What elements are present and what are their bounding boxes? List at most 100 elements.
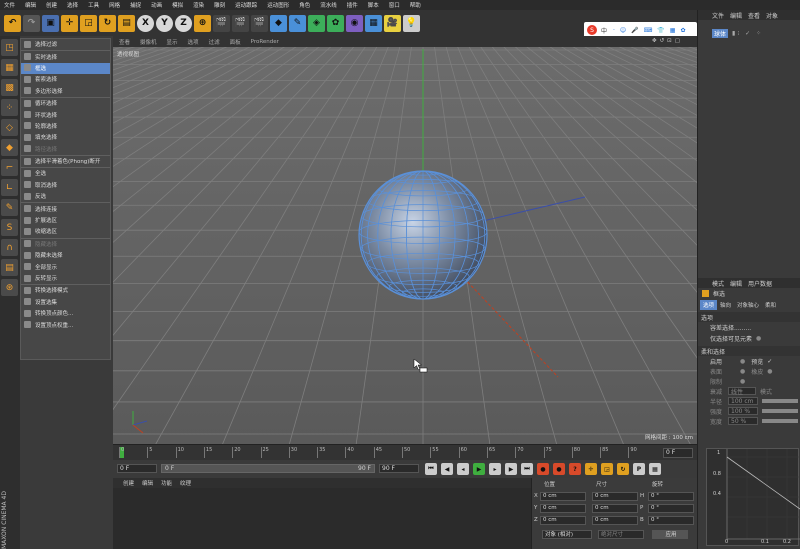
attr-menu-userdata[interactable]: 用户数据 [748,279,772,288]
material-menu-edit[interactable]: 编辑 [142,479,153,487]
menu-item[interactable]: 工具 [88,1,99,9]
points-mode-icon[interactable]: ⁘ [1,99,18,116]
radius-field[interactable]: 100 cm [728,397,758,405]
menu-item[interactable]: 捕捉 [130,1,141,9]
rubber-checkbox[interactable]: ● [767,368,772,375]
select-menu-item[interactable]: 路径选择 [21,144,110,155]
select-menu-item[interactable]: 填充选择 [21,132,110,143]
select-menu-item[interactable]: 转换顶点颜色... [21,308,110,319]
viewport-menu-view[interactable]: 查看 [119,38,130,46]
strength-field[interactable]: 100 % [728,407,758,415]
select-menu-item[interactable]: 多边形选择 [21,86,110,97]
select-menu-item[interactable]: 扩展选区 [21,215,110,226]
viewport-menu-filter[interactable]: 过滤 [209,38,220,46]
strength-slider[interactable] [762,409,798,413]
enable-checkbox[interactable]: ● [740,358,745,365]
viewport-menu-prorender[interactable]: ProRender [251,39,279,45]
rot-b-field[interactable]: 0 ° [648,515,694,525]
texture-mode-icon[interactable]: ▩ [1,79,18,96]
radius-slider[interactable] [762,399,798,403]
select-menu-item[interactable]: 设置选集 [21,297,110,308]
z-axis-button[interactable]: Z [175,14,192,32]
redo-icon[interactable]: ↷ [23,14,40,32]
menu-item[interactable]: 插件 [347,1,358,9]
edges-mode-icon[interactable]: ◇ [1,119,18,136]
menu-item[interactable]: 雕刻 [214,1,225,9]
key-position-icon[interactable]: ✛ [585,463,597,475]
select-menu-item[interactable]: 全部显示 [21,261,110,272]
surface-checkbox[interactable]: ● [740,368,745,375]
key-rotation-icon[interactable]: ↻ [617,463,629,475]
restrict-checkbox[interactable]: ● [740,378,745,385]
select-menu-item[interactable]: 设置顶点权重... [21,319,110,330]
size-z-field[interactable]: 0 cm [592,515,638,525]
select-menu-item[interactable]: 反选 [21,191,110,202]
key-scale-icon[interactable]: ◲ [601,463,613,475]
select-menu-item[interactable]: 全选 [21,168,110,179]
enable-axis-icon[interactable]: ∟ [1,179,18,196]
magnet-icon[interactable]: ∩ [1,239,18,256]
model-mode-icon[interactable]: ▦ [1,59,18,76]
polygons-mode-icon[interactable]: ◆ [1,139,18,156]
tab-soft[interactable]: 柔和 [762,300,779,310]
subdivision-icon[interactable]: ◈ [308,14,325,32]
next-key-icon[interactable]: ▶ [505,463,517,475]
select-tool-icon[interactable]: ▣ [42,14,59,32]
floor-icon[interactable]: ▦ [365,14,382,32]
end-frame-field[interactable]: 90 F [379,464,419,473]
prev-frame-icon[interactable]: ◂ [457,463,469,475]
object-menu-view[interactable]: 查看 [748,11,760,20]
select-menu-item[interactable]: 环状选择 [21,109,110,120]
pos-x-field[interactable]: 0 cm [540,491,586,501]
size-x-field[interactable]: 0 cm [592,491,638,501]
workplane-icon[interactable]: ▤ [1,259,18,276]
tab-axis[interactable]: 轴向 [717,300,734,310]
tab-object-axis[interactable]: 对象轴心 [734,300,762,310]
auto-key-icon[interactable]: ● [553,463,565,475]
x-axis-button[interactable]: X [137,14,154,32]
start-frame-field[interactable]: 0 F [117,464,157,473]
menu-item[interactable]: 编辑 [25,1,36,9]
select-menu-item[interactable]: 循环选择 [21,98,110,109]
pos-y-field[interactable]: 0 cm [540,503,586,513]
pos-z-field[interactable]: 0 cm [540,515,586,525]
width-field[interactable]: 50 % [728,417,758,425]
select-menu-item[interactable]: 套索选择 [21,74,110,85]
visible-only-checkbox[interactable]: ● [756,335,761,342]
menu-item[interactable]: 流水线 [320,1,337,9]
material-area[interactable] [113,488,531,549]
select-menu-item[interactable]: 隐藏未选择 [21,250,110,261]
menu-item[interactable]: 模拟 [172,1,183,9]
menu-item[interactable]: 脚本 [368,1,379,9]
keyframe-selection-icon[interactable]: ? [569,463,581,475]
menu-item[interactable]: 选择 [67,1,78,9]
select-menu-item[interactable]: 选择平滑着色(Phong)断开 [21,156,110,167]
attr-menu-edit[interactable]: 编辑 [730,279,742,288]
frame-range-slider[interactable]: 0 F 90 F [161,464,375,473]
render-settings-icon[interactable]: 🎬 [251,14,268,32]
scale-tool-icon[interactable]: ◲ [80,14,97,32]
menu-item[interactable]: 运动图形 [267,1,289,9]
next-frame-icon[interactable]: ▸ [489,463,501,475]
rot-p-field[interactable]: 0 ° [648,503,694,513]
attr-menu-mode[interactable]: 模式 [712,279,724,288]
size-mode-select[interactable]: 绝对尺寸 [598,529,644,539]
select-menu-item[interactable]: 选择过滤 [21,39,110,50]
key-param-icon[interactable]: P [633,463,645,475]
make-editable-icon[interactable]: ◳ [1,39,18,56]
render-icon[interactable]: 🎬 [232,14,249,32]
deformer-icon[interactable]: ◉ [346,14,363,32]
menu-item[interactable]: 角色 [299,1,310,9]
3d-viewport[interactable]: 透视视图 网格间距 : 100 cm [113,47,697,444]
sculpt-icon[interactable]: S [1,219,18,236]
select-menu-item[interactable]: 实时选择 [21,51,110,62]
go-end-icon[interactable]: ⏭ [521,463,533,475]
menu-item[interactable]: 运动跟踪 [235,1,257,9]
undo-icon[interactable]: ↶ [4,14,21,32]
object-menu-object[interactable]: 对象 [766,11,778,20]
material-menu-create[interactable]: 创建 [123,479,134,487]
select-menu-item[interactable]: 取消选择 [21,180,110,191]
menu-item[interactable]: 动画 [151,1,162,9]
menu-item[interactable]: 渲染 [193,1,204,9]
viewport-nav-icons[interactable]: ✥↺⊡▢ [652,38,683,44]
